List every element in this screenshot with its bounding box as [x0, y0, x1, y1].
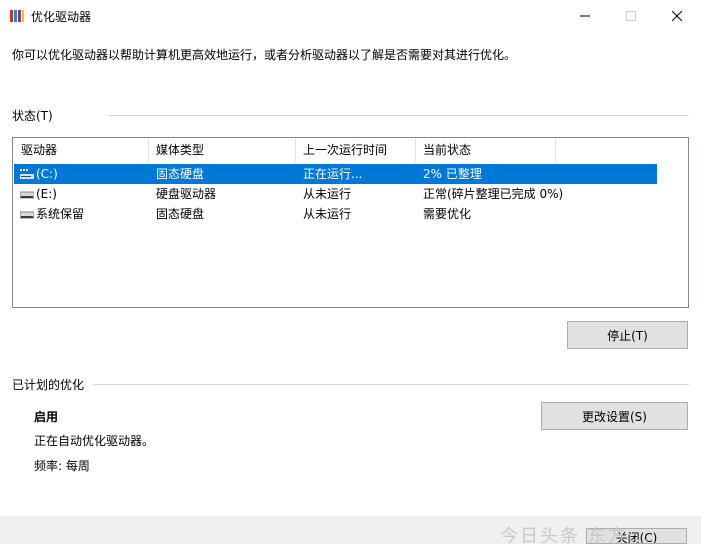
last-run: 正在运行... [303, 167, 363, 181]
maximize-button[interactable] [608, 0, 654, 32]
scheduled-divider [93, 384, 689, 385]
column-header-media-type[interactable]: 媒体类型 [148, 138, 295, 163]
column-header-current-status[interactable]: 当前状态 [415, 138, 555, 163]
status-heading: 状态(T) [12, 109, 53, 123]
hard-drive-icon [19, 187, 35, 201]
current-status: 需要优化 [423, 207, 472, 221]
title-bar[interactable]: 优化驱动器 [0, 0, 701, 32]
table-row[interactable]: (C:) 固态硬盘 正在运行... 2% 已整理 [14, 164, 657, 184]
column-header-last-run[interactable]: 上一次运行时间 [295, 138, 415, 163]
last-run: 从未运行 [303, 207, 352, 221]
drive-name: (C:) [36, 167, 58, 181]
minimize-icon [580, 15, 590, 17]
column-header-drive[interactable]: 驱动器 [13, 138, 148, 163]
scheduled-heading: 已计划的优化 [12, 378, 85, 392]
schedule-state: 启用 [34, 410, 59, 424]
schedule-frequency: 频率: 每周 [34, 459, 90, 473]
schedule-detail: 正在自动优化驱动器。 [34, 434, 155, 448]
status-divider [108, 115, 689, 116]
change-settings-button[interactable]: 更改设置(S) [541, 402, 688, 430]
stop-button[interactable]: 停止(T) [567, 321, 688, 349]
defrag-app-icon [9, 8, 25, 24]
close-window-button[interactable] [654, 0, 700, 32]
listview-header: 驱动器 媒体类型 上一次运行时间 当前状态 [13, 138, 688, 163]
current-status: 正常(碎片整理已完成 0%) [423, 187, 564, 201]
drive-name: 系统保留 [36, 207, 85, 221]
hard-drive-icon [19, 207, 35, 221]
maximize-icon [626, 11, 636, 21]
table-row[interactable]: (E:) 硬盘驱动器 从未运行 正常(碎片整理已完成 0%) [14, 184, 657, 204]
last-run: 从未运行 [303, 187, 352, 201]
drive-name: (E:) [36, 187, 57, 201]
column-separator [555, 138, 556, 163]
minimize-button[interactable] [562, 0, 608, 32]
ssd-drive-icon [20, 167, 34, 181]
media-type: 硬盘驱动器 [156, 187, 217, 201]
current-status: 2% 已整理 [423, 167, 482, 181]
table-row[interactable]: 系统保留 固态硬盘 从未运行 需要优化 [14, 204, 657, 224]
drives-listview[interactable]: 驱动器 媒体类型 上一次运行时间 当前状态 (C:) 固态硬盘 正在运行... … [12, 137, 689, 308]
media-type: 固态硬盘 [156, 207, 205, 221]
close-icon [672, 11, 682, 21]
watermark-text: 今日头条 东方... [500, 526, 651, 544]
description-text: 你可以优化驱动器以帮助计算机更高效地运行，或者分析驱动器以了解是否需要对其进行优… [12, 48, 517, 62]
window-title: 优化驱动器 [31, 10, 92, 24]
media-type: 固态硬盘 [156, 167, 205, 181]
optimize-drives-window: 优化驱动器 你可以优化驱动器以帮助计算机更高效地运行，或者分析驱动器以了解是否需… [0, 0, 701, 544]
